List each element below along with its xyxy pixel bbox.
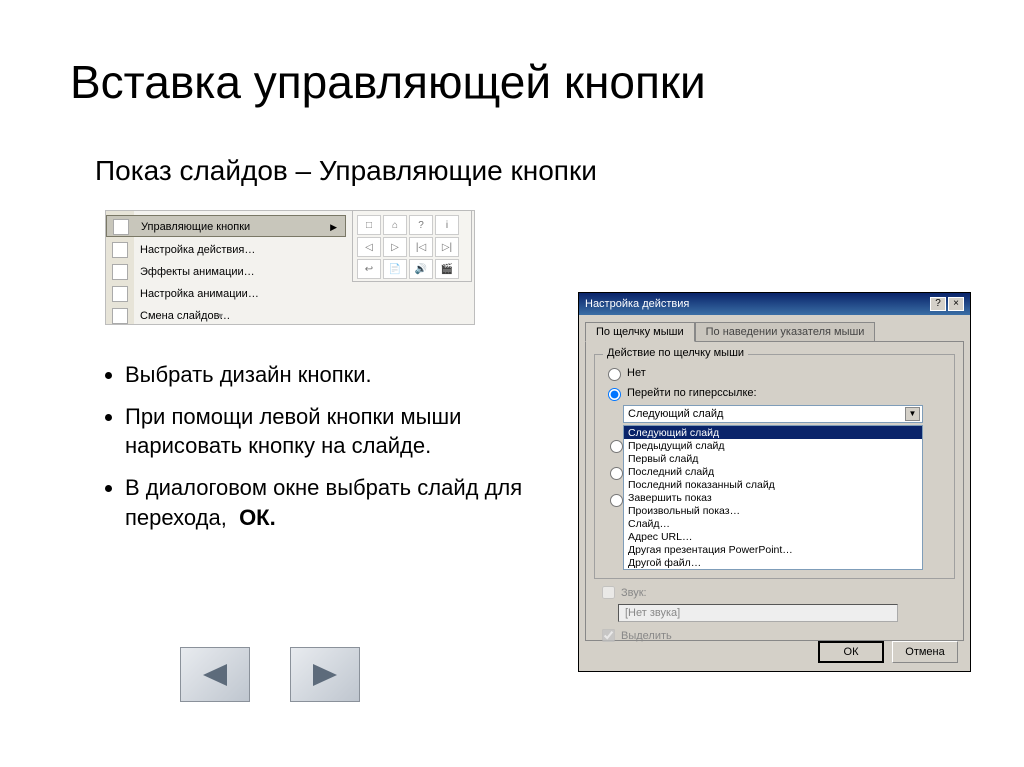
shape-cell: ▷ bbox=[383, 237, 407, 257]
list-item[interactable]: Адрес URL… bbox=[624, 530, 922, 543]
menu-item-action-buttons: Управляющие кнопки bbox=[141, 221, 250, 233]
radio-side-3[interactable] bbox=[610, 494, 623, 507]
shape-cell: i bbox=[435, 215, 459, 235]
tab-mouse-over[interactable]: По наведении указателя мыши bbox=[695, 322, 876, 342]
sound-combobox: [Нет звука] bbox=[618, 604, 898, 622]
shape-cell: ? bbox=[409, 215, 433, 235]
radio-side-2[interactable] bbox=[610, 467, 623, 480]
sound-label: Звук: bbox=[621, 587, 647, 599]
radio-side-1[interactable] bbox=[610, 440, 623, 453]
expand-chevron-icon: ▾ bbox=[218, 311, 223, 322]
list-item[interactable]: Произвольный показ… bbox=[624, 504, 922, 517]
slide-title: Вставка управляющей кнопки bbox=[70, 55, 706, 109]
menu-item-transition: Смена слайдов… bbox=[140, 310, 230, 322]
previous-slide-button[interactable] bbox=[180, 647, 250, 702]
action-settings-dialog: Настройка действия ? × По щелчку мыши По… bbox=[578, 292, 971, 672]
tab-mouse-click[interactable]: По щелчку мыши bbox=[585, 322, 695, 342]
list-item[interactable]: Последний показанный слайд bbox=[624, 478, 922, 491]
list-item[interactable]: Другой файл… bbox=[624, 556, 922, 569]
radio-hyperlink[interactable] bbox=[608, 388, 621, 401]
shape-cell: ▷| bbox=[435, 237, 459, 257]
dialog-titlebar: Настройка действия ? × bbox=[579, 293, 970, 315]
menu-item-action-settings: Настройка действия… bbox=[140, 244, 255, 256]
group-title: Действие по щелчку мыши bbox=[603, 347, 748, 359]
list-item[interactable]: Последний слайд bbox=[624, 465, 922, 478]
slide-subtitle: Показ слайдов – Управляющие кнопки bbox=[95, 155, 597, 187]
shape-cell: ◁ bbox=[357, 237, 381, 257]
bullet-item: В диалоговом окне выбрать слайд для пере… bbox=[125, 473, 545, 532]
cancel-button[interactable]: Отмена bbox=[892, 641, 958, 663]
action-button-palette: □ ⌂ ? i ◁ ▷ |◁ ▷| ↩ 📄 🔊 🎬 bbox=[352, 210, 472, 282]
shape-cell: ⌂ bbox=[383, 215, 407, 235]
close-button[interactable]: × bbox=[948, 297, 964, 311]
list-item[interactable]: Другая презентация PowerPoint… bbox=[624, 543, 922, 556]
radio-none[interactable] bbox=[608, 368, 621, 381]
radio-hyperlink-label: Перейти по гиперссылке: bbox=[627, 387, 757, 399]
shape-cell: ↩ bbox=[357, 259, 381, 279]
shape-cell: □ bbox=[357, 215, 381, 235]
list-item[interactable]: Слайд… bbox=[624, 517, 922, 530]
hyperlink-combobox[interactable]: Следующий слайд ▼ bbox=[623, 405, 923, 423]
triangle-left-icon bbox=[199, 662, 231, 688]
highlight-checkbox[interactable] bbox=[602, 629, 615, 642]
list-item[interactable]: Завершить показ bbox=[624, 491, 922, 504]
shape-cell: 🔊 bbox=[409, 259, 433, 279]
triangle-right-icon bbox=[309, 662, 341, 688]
shape-cell: |◁ bbox=[409, 237, 433, 257]
menu-item-anim-effects: Эффекты анимации… bbox=[140, 266, 255, 278]
list-item[interactable]: Предыдущий слайд bbox=[624, 439, 922, 452]
ok-button[interactable]: ОК bbox=[818, 641, 884, 663]
list-item[interactable]: Первый слайд bbox=[624, 452, 922, 465]
combo-value: Следующий слайд bbox=[628, 408, 723, 420]
instruction-list: Выбрать дизайн кнопки. При помощи левой … bbox=[95, 360, 545, 544]
list-item[interactable]: Следующий слайд bbox=[624, 426, 922, 439]
submenu-arrow-icon: ▶ bbox=[330, 216, 337, 238]
highlight-label: Выделить bbox=[621, 630, 672, 642]
bullet-item: При помощи левой кнопки мыши нарисовать … bbox=[125, 402, 545, 461]
dialog-title: Настройка действия bbox=[585, 293, 689, 315]
radio-none-label: Нет bbox=[627, 367, 646, 379]
sound-checkbox[interactable] bbox=[602, 586, 615, 599]
next-slide-button[interactable] bbox=[290, 647, 360, 702]
shape-cell: 📄 bbox=[383, 259, 407, 279]
menu-item-anim-setup: Настройка анимации… bbox=[140, 288, 259, 300]
hyperlink-target-list[interactable]: Следующий слайд Предыдущий слайд Первый … bbox=[623, 425, 923, 570]
shape-cell: 🎬 bbox=[435, 259, 459, 279]
dropdown-arrow-icon[interactable]: ▼ bbox=[905, 407, 920, 421]
help-button[interactable]: ? bbox=[930, 297, 946, 311]
bullet-item: Выбрать дизайн кнопки. bbox=[125, 360, 545, 390]
